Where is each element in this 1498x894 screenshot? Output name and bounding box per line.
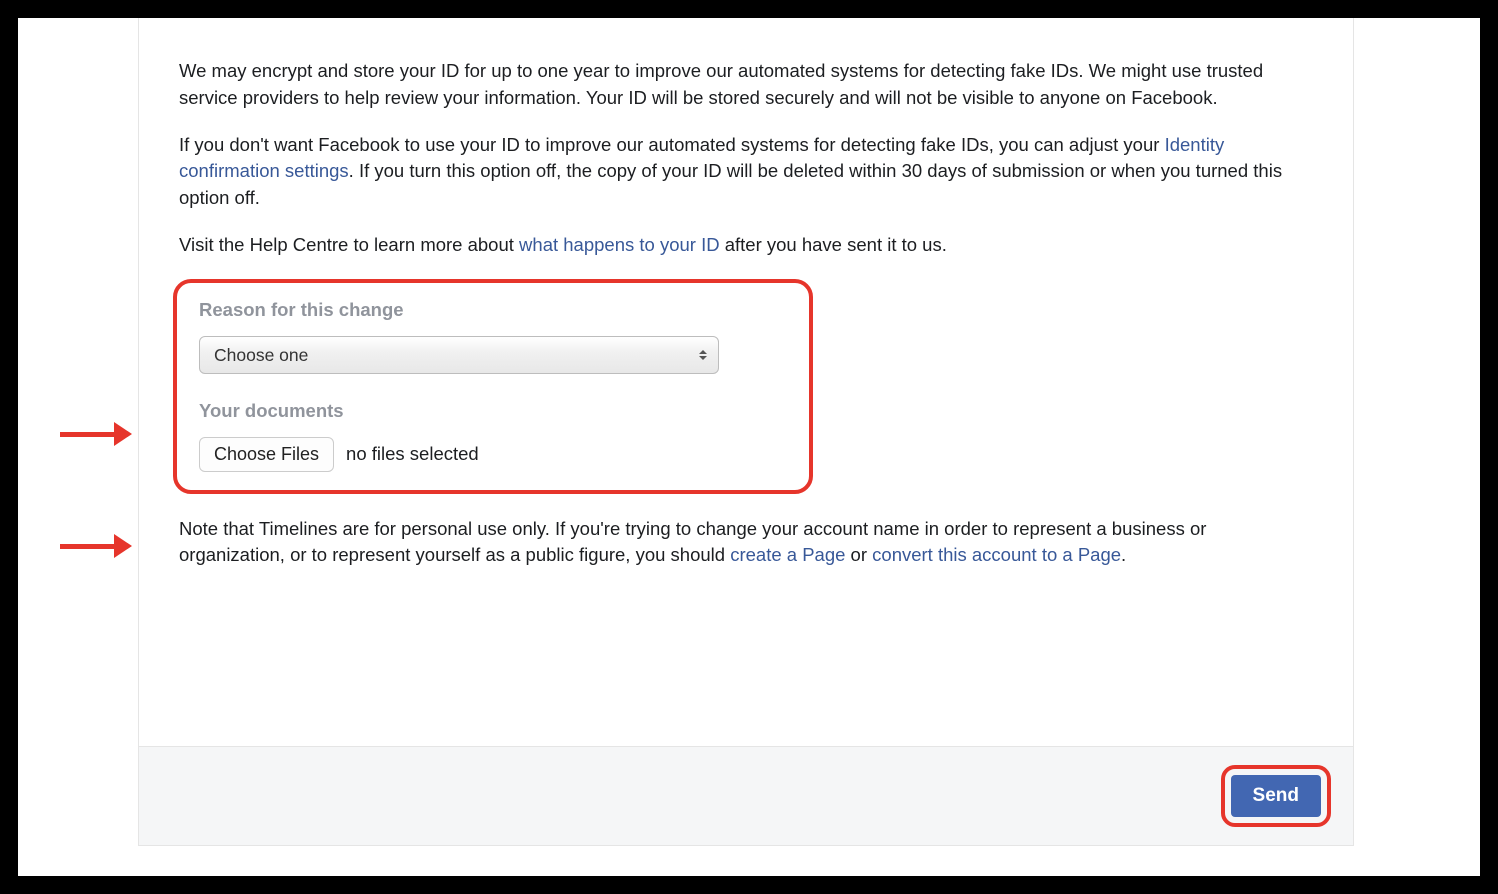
choose-files-button[interactable]: Choose Files [199,437,334,472]
page-frame: We may encrypt and store your ID for up … [18,18,1480,876]
what-happens-to-id-link[interactable]: what happens to your ID [519,234,720,255]
content-panel: We may encrypt and store your ID for up … [138,18,1354,846]
footer-bar: Send [139,746,1353,845]
convert-account-link[interactable]: convert this account to a Page [872,544,1121,565]
create-page-link[interactable]: create a Page [730,544,845,565]
reason-select-wrap: Choose one [199,336,719,374]
annotation-arrow-documents [60,534,132,558]
main-content: We may encrypt and store your ID for up … [139,18,1353,746]
send-button[interactable]: Send [1231,775,1321,817]
info-paragraph-settings: If you don't want Facebook to use your I… [179,132,1313,212]
text-segment: . [1121,544,1126,565]
note-paragraph: Note that Timelines are for personal use… [179,516,1313,570]
form-highlight-box: Reason for this change Choose one Your d… [173,279,813,494]
reason-label: Reason for this change [199,297,787,324]
text-segment: or [845,544,872,565]
text-segment: Visit the Help Centre to learn more abou… [179,234,519,255]
reason-select[interactable]: Choose one [199,336,719,374]
file-input-row: Choose Files no files selected [199,437,787,472]
info-paragraph-help-centre: Visit the Help Centre to learn more abou… [179,232,1313,259]
documents-label: Your documents [199,398,787,425]
send-highlight-box: Send [1221,765,1331,827]
text-segment: after you have sent it to us. [720,234,947,255]
file-status-text: no files selected [346,441,479,468]
info-paragraph-storage: We may encrypt and store your ID for up … [179,58,1313,112]
annotation-arrow-reason [60,422,132,446]
text-segment: If you don't want Facebook to use your I… [179,134,1165,155]
